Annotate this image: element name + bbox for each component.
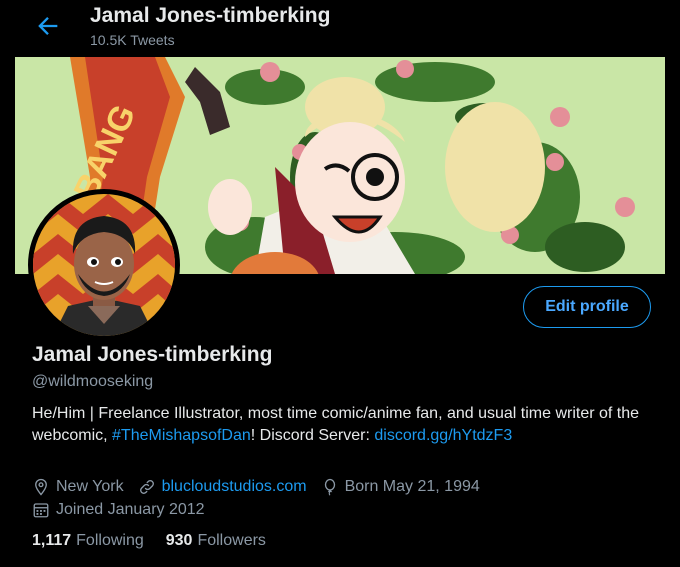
birthday-text: Born May 21, 1994 xyxy=(344,478,480,495)
bio-discord-link[interactable]: discord.gg/hYtdzF3 xyxy=(374,427,512,444)
profile-meta-joined: Joined January 2012 xyxy=(32,501,219,519)
avatar[interactable] xyxy=(28,189,180,341)
bio-hashtag-link[interactable]: #TheMishapsofDan xyxy=(112,427,251,444)
following-label: Following xyxy=(76,532,144,549)
follow-stats: 1,117 Following 930 Followers xyxy=(32,532,288,550)
edit-profile-button[interactable]: Edit profile xyxy=(523,286,651,328)
website-item: blucloudstudios.com xyxy=(138,478,307,496)
location-pin-icon xyxy=(32,478,50,496)
followers-count: 930 xyxy=(165,532,193,549)
following-count: 1,117 xyxy=(32,532,72,549)
location-item: New York xyxy=(32,478,124,496)
profile-handle: @wildmooseking xyxy=(32,373,154,390)
profile-meta: New York blucloudstudios.com Born May 21… xyxy=(32,478,494,496)
followers-link[interactable]: 930 Followers xyxy=(166,532,266,550)
profile-name: Jamal Jones-timberking xyxy=(32,343,273,366)
profile-bio: He/Him | Freelance Illustrator, most tim… xyxy=(32,403,652,447)
header-title: Jamal Jones-timberking xyxy=(90,4,331,27)
website-link[interactable]: blucloudstudios.com xyxy=(162,478,307,496)
link-icon xyxy=(138,478,156,496)
followers-label: Followers xyxy=(197,532,266,549)
following-link[interactable]: 1,117 Following xyxy=(32,532,144,550)
bio-text-2: ! Discord Server: xyxy=(250,427,375,444)
calendar-icon xyxy=(32,501,50,519)
tweet-count: 10.5K Tweets xyxy=(90,32,175,48)
location-text: New York xyxy=(56,478,124,495)
back-arrow-icon[interactable] xyxy=(34,12,62,40)
birthday-item: Born May 21, 1994 xyxy=(321,478,480,496)
balloon-icon xyxy=(321,478,339,496)
joined-item: Joined January 2012 xyxy=(32,501,205,519)
joined-text: Joined January 2012 xyxy=(56,501,205,518)
profile-header: Jamal Jones-timberking 10.5K Tweets xyxy=(0,0,680,56)
